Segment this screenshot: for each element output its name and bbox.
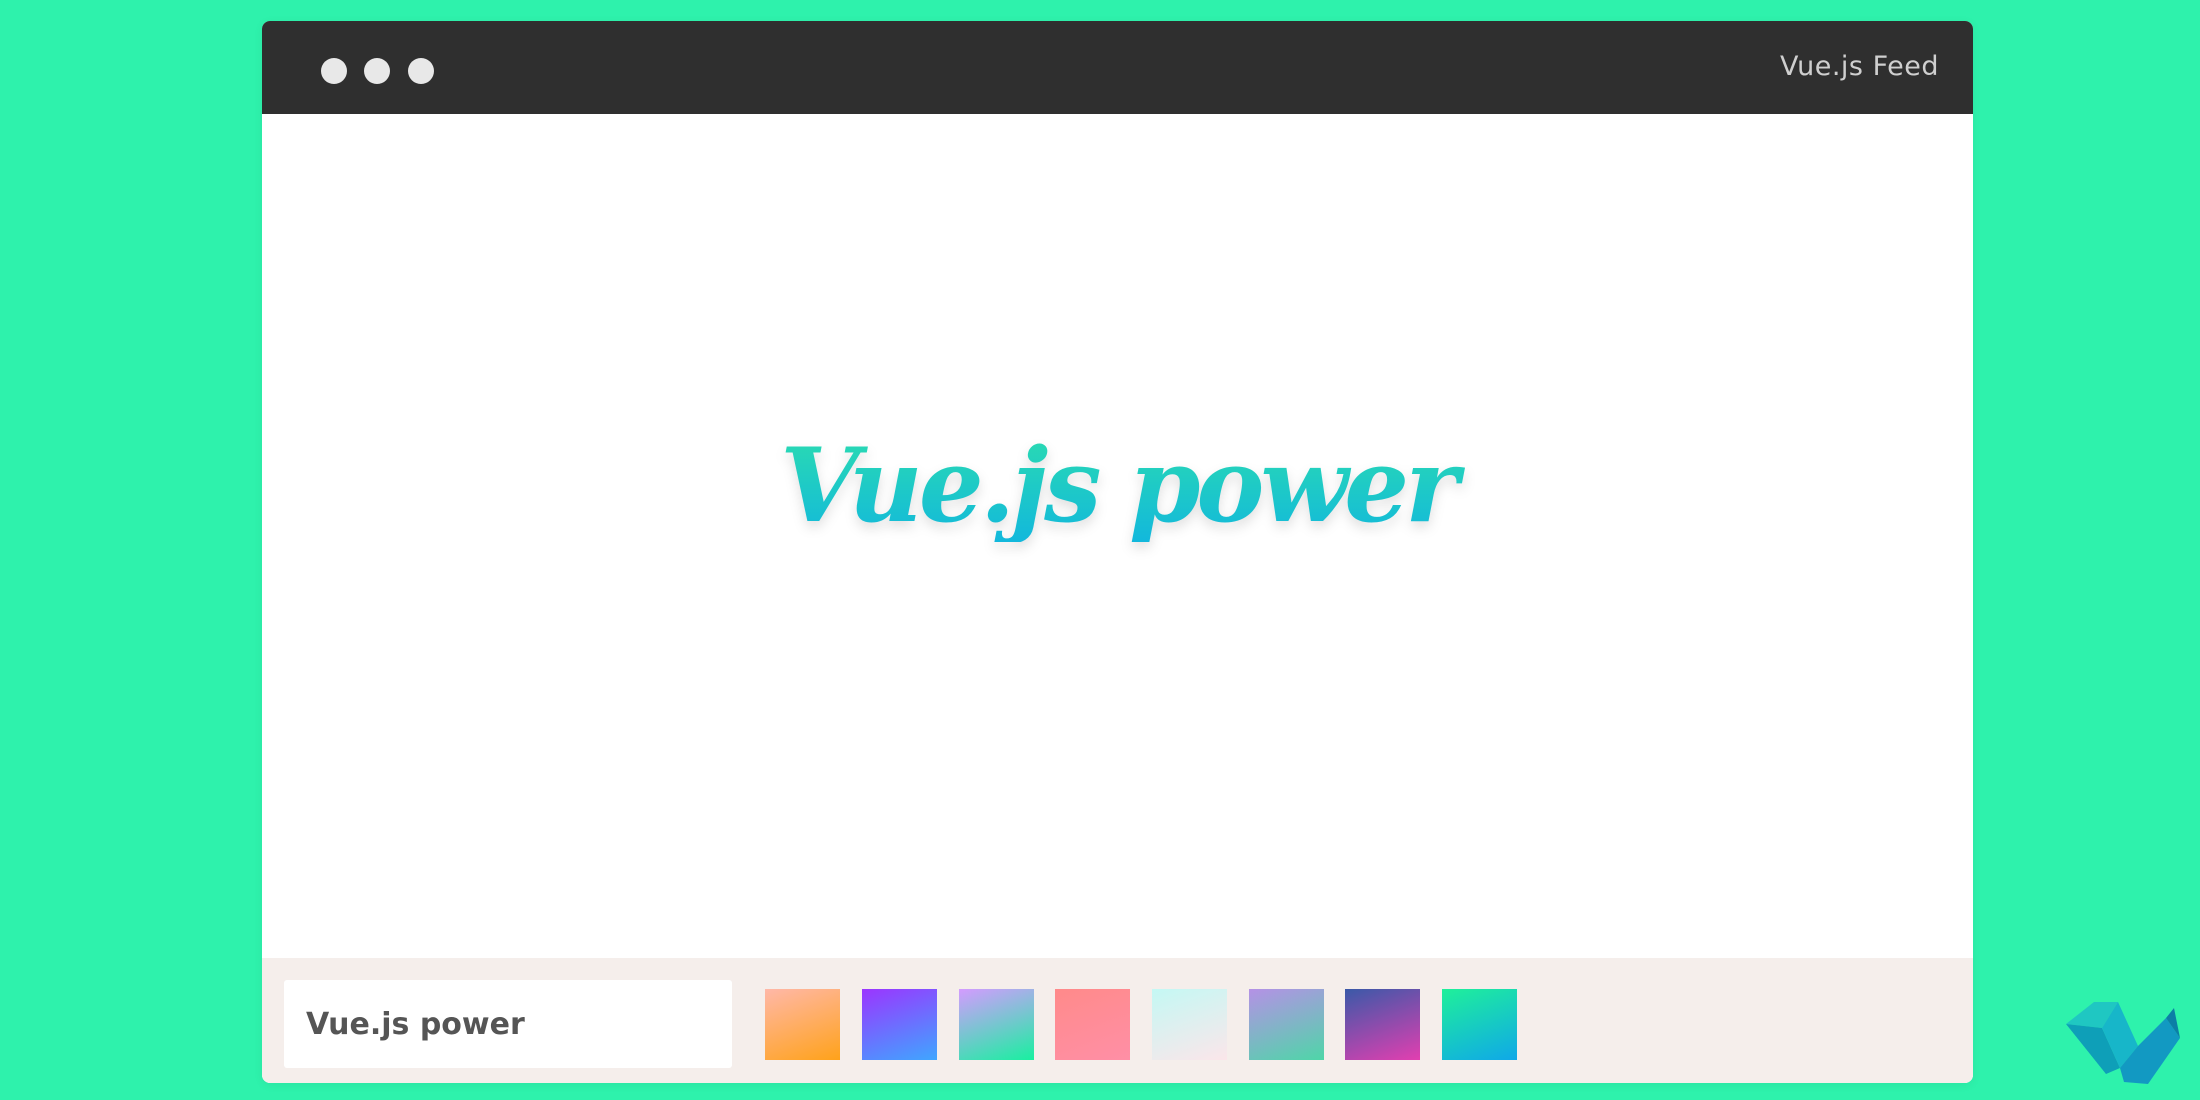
- window-close-dot[interactable]: [321, 58, 347, 84]
- gradient-swatch-lilac-cyan-green[interactable]: [959, 989, 1034, 1060]
- text-input[interactable]: [284, 980, 732, 1068]
- vue-logo-icon: [2066, 1002, 2180, 1084]
- gradient-swatch-green-blue[interactable]: [1442, 989, 1517, 1060]
- gradient-swatch-mint-pink[interactable]: [1152, 989, 1227, 1060]
- gradient-swatch-purple-blue[interactable]: [862, 989, 937, 1060]
- window-title: Vue.js Feed: [1779, 51, 1939, 82]
- gradient-swatch-pink-red[interactable]: [1055, 989, 1130, 1060]
- preview-text: Vue.js power: [262, 430, 1973, 542]
- gradient-swatch-navy-magenta[interactable]: [1345, 989, 1420, 1060]
- gradient-swatch-peach-orange[interactable]: [765, 989, 840, 1060]
- app-window: Vue.js Feed Vue.js power: [262, 21, 1973, 1083]
- window-maximize-dot[interactable]: [408, 58, 434, 84]
- preview-canvas: Vue.js power: [262, 114, 1973, 980]
- titlebar: Vue.js Feed: [262, 21, 1973, 114]
- editor-toolbar: [262, 958, 1973, 1083]
- gradient-swatch-violet-green[interactable]: [1249, 989, 1324, 1060]
- window-minimize-dot[interactable]: [364, 58, 390, 84]
